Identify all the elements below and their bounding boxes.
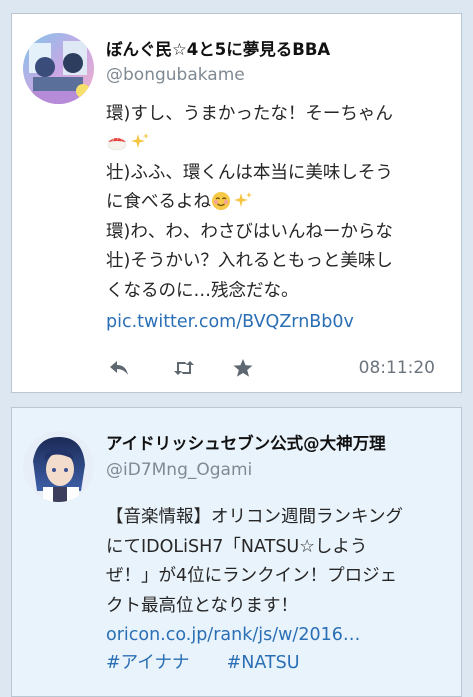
sparkles-icon (130, 132, 150, 159)
tweet-card[interactable]: アイドリッシュセブン公式@大神万理 @iD7Mng_Ogami 【音楽情報】オリ… (11, 407, 462, 697)
avatar[interactable] (23, 431, 94, 502)
tweet-link[interactable]: pic.twitter.com/BVQZrnBb0v (106, 310, 354, 334)
avatar[interactable] (23, 33, 94, 104)
tweet-text-line: 壮)ふふ、環くんは本当に美味しそう (106, 163, 393, 183)
tweet-text-line: に食べるよね (106, 190, 255, 218)
display-name[interactable]: アイドリッシュセブン公式@大神万理 (106, 430, 386, 454)
retweet-icon[interactable] (172, 358, 196, 382)
display-name[interactable]: ぼんぐ民☆4と5に夢見るBBA (106, 36, 330, 60)
tweet-card[interactable]: ぼんぐ民☆4と5に夢見るBBA @bongubakame 環)すし、うまかったな… (11, 13, 462, 393)
hashtag-list: #アイナナ #NATSU (106, 651, 300, 675)
tweet-text-line: にてIDOLiSH7「NATSU☆しよう (106, 537, 368, 557)
hashtag-link[interactable]: #アイナナ (106, 653, 189, 673)
tweet-link[interactable]: oricon.co.jp/rank/js/w/2016… (106, 623, 360, 647)
hashtag-link[interactable]: #NATSU (227, 653, 300, 673)
tweet-text-line: クト最高位となります！ (106, 596, 298, 616)
tweet-text-line: くなるのに…残念だな。 (106, 281, 299, 301)
sushi-icon (106, 132, 128, 159)
tweet-timestamp: 08:11:20 (358, 358, 435, 378)
tweet-text-line (106, 131, 152, 159)
smiling-face-icon (211, 191, 231, 218)
star-icon[interactable] (232, 358, 254, 382)
tweet-text-line: 壮)そうかい？入れるともっと美味し (106, 251, 393, 271)
tweet-text-line: 【音楽情報】オリコン週間ランキング (106, 507, 403, 527)
tweet-text-line: 環)わ、わ、わさびはいんねーからな (106, 222, 393, 242)
tweet-text-line: ぜ！」が4位にランクイン！プロジェ (106, 566, 398, 586)
tweet-text-line: 環)すし、うまかったな！そーちゃん (106, 104, 393, 124)
user-handle[interactable]: @iD7Mng_Ogami (106, 460, 252, 480)
sparkles-icon (233, 191, 253, 218)
user-handle[interactable]: @bongubakame (106, 65, 245, 85)
reply-icon[interactable] (108, 358, 130, 382)
